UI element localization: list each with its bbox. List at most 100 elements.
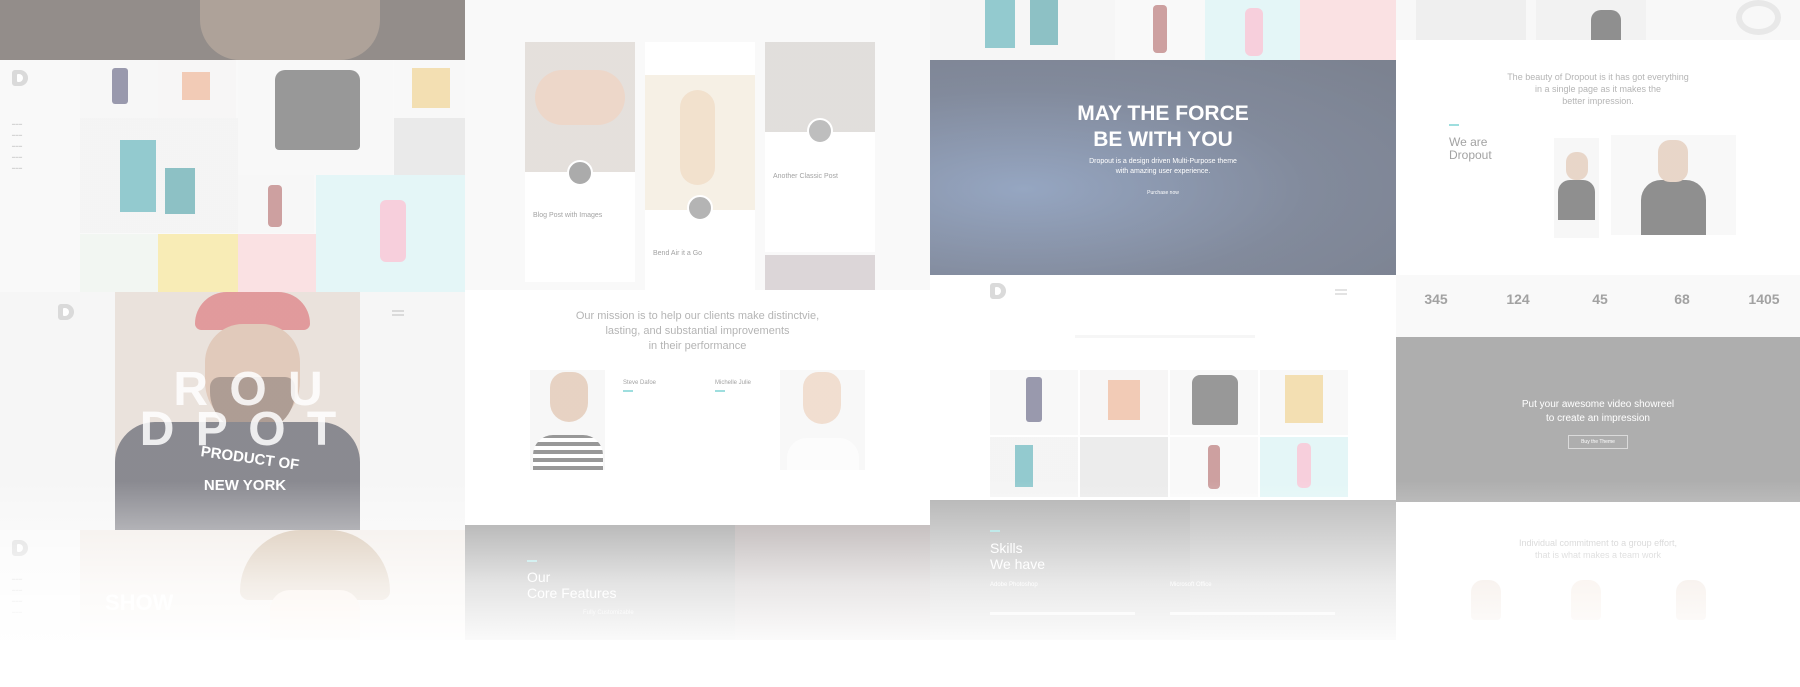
top-photo-strip-1 [0,0,465,60]
about-heading-1: We are [1449,135,1488,149]
white-top [787,438,859,470]
person-head-1 [550,372,588,422]
mission-line-2: lasting, and substantial improvements [605,325,790,337]
about-panel: The beauty of Dropout is it has got ever… [1396,40,1800,275]
logo-icon [58,304,74,320]
stat-value-5: 1405 [1748,291,1780,307]
team-face-large [1658,140,1688,182]
video-panel: Put your awesome video showreel to creat… [1396,337,1800,502]
red-bottle-icon [268,185,282,227]
cups-product-image [80,118,238,233]
bag-icon [412,68,450,108]
blog-post-title-1[interactable]: Blog Post with Images [533,212,602,219]
avatar [687,195,713,221]
person-name-2: Michelle Julie [715,380,752,386]
pink-thumb [1300,0,1396,60]
hero-subtitle-2: with amazing user experience. [1115,168,1211,175]
team-line-2: that is what makes a team work [1534,550,1662,560]
show-panel: ━━━ ━━━ ━━━ ━━━ SHOW [0,530,465,640]
dancer-graphic [680,90,715,185]
red-bottle-icon [1208,445,1220,489]
feature-item: Fully Customizable [583,610,634,616]
stat-value-4: 68 [1674,291,1690,307]
about-intro-2: in a single page as it makes the [1534,84,1662,94]
team-member-2 [1571,580,1601,620]
cup-icon [1030,0,1058,45]
team-face-small [1566,152,1588,180]
tube-product-image [394,118,470,176]
yellow-tile [158,234,238,292]
glass-bottle-icon [1245,8,1263,56]
side-nav: ━━━ ━━━ ━━━ ━━━ [12,577,23,616]
person-head-2 [803,372,841,424]
divider [1449,124,1459,126]
cart-icon [275,70,360,150]
avatar [567,160,593,186]
skills-panel: Skills We have Adobe Photoshop Microsoft… [930,500,1396,640]
buy-theme-button[interactable]: Buy the Theme [1568,435,1628,449]
blog-image-4 [765,255,875,290]
hero-title-1: MAY THE FORCE [1077,102,1249,125]
jar-icon [1026,377,1042,422]
glass-bottle-icon [1297,443,1311,488]
team-member-3 [1676,580,1706,620]
cup-icon-1 [120,140,156,212]
cart-icon [1192,375,1238,425]
logo-icon [12,70,28,86]
skill-name-2: Microsoft Office [1170,582,1212,588]
mission-panel: Our mission is to help our clients make … [465,290,930,525]
cup-icon [985,0,1015,48]
features-heading-1: Our [527,569,551,585]
portrait-photo [200,0,380,60]
hero-title-2: BE WITH YOU [1093,128,1233,151]
logo-icon [990,283,1006,299]
hand-graphic [535,70,625,125]
show-text: SHOW [105,590,174,615]
about-intro-1: The beauty of Dropout is it has got ever… [1507,72,1689,82]
menu-icon[interactable] [392,310,404,316]
space-hero-panel: MAY THE FORCE BE WITH YOU Dropout is a d… [930,60,1396,275]
divider [715,390,725,392]
bottles-icon [182,72,210,100]
filter-bar[interactable] [1075,335,1255,338]
blog-post-title-2[interactable]: Bend Air it a Go [653,250,702,257]
top-strip-4 [1396,0,1800,40]
divider [623,390,633,392]
features-panel: Our Core Features Fully Customizable [465,525,930,640]
skills-heading-1: Skills [990,540,1023,556]
striped-shirt [533,435,603,470]
team-line-1: Individual commitment to a group effort, [1519,538,1677,548]
tube-tile [1080,437,1168,497]
cup-icon-2 [165,168,195,214]
cups-tile [990,437,1078,497]
skill-bar-2 [1170,612,1335,615]
glass-bottle-icon [380,200,406,262]
mission-line-1: Our mission is to help our clients make … [575,310,820,322]
bag-icon [1285,375,1323,423]
purchase-button[interactable]: Purchase now [1123,190,1203,196]
person-name-1: Steve Dafoe [623,380,657,386]
menu-icon[interactable] [1335,289,1347,295]
blog-post-title-3[interactable]: Another Classic Post [773,173,838,180]
mission-line-3: in their performance [648,340,747,352]
theme-preview-collage: ━━━ ━━━ ━━━ ━━━ ━━━ R O U D P O T PRODUCT [0,0,1800,687]
shirt-text-2: NEW YORK [203,477,287,494]
about-intro-3: better impression. [1562,96,1634,106]
about-heading-2: Dropout [1449,148,1492,162]
team-panel: Individual commitment to a group effort,… [1396,502,1800,640]
skill-bar-1 [990,612,1135,615]
features-heading-2: Core Features [527,585,617,601]
cups-thumb [930,0,1115,60]
bottles-icon [1108,380,1140,420]
stat-value-3: 45 [1592,291,1608,307]
divider [990,530,1000,532]
box-product-image [80,234,158,292]
divider [527,560,537,562]
skills-bg [1190,500,1396,640]
blog-panel: Blog Post with Images Bend Air it a Go A… [465,0,930,290]
stat-value-1: 345 [1424,291,1448,307]
hat-face [270,590,360,640]
tape-roll [1736,0,1781,35]
video-line-1: Put your awesome video showreel [1521,399,1675,410]
roll-image [1416,0,1526,40]
